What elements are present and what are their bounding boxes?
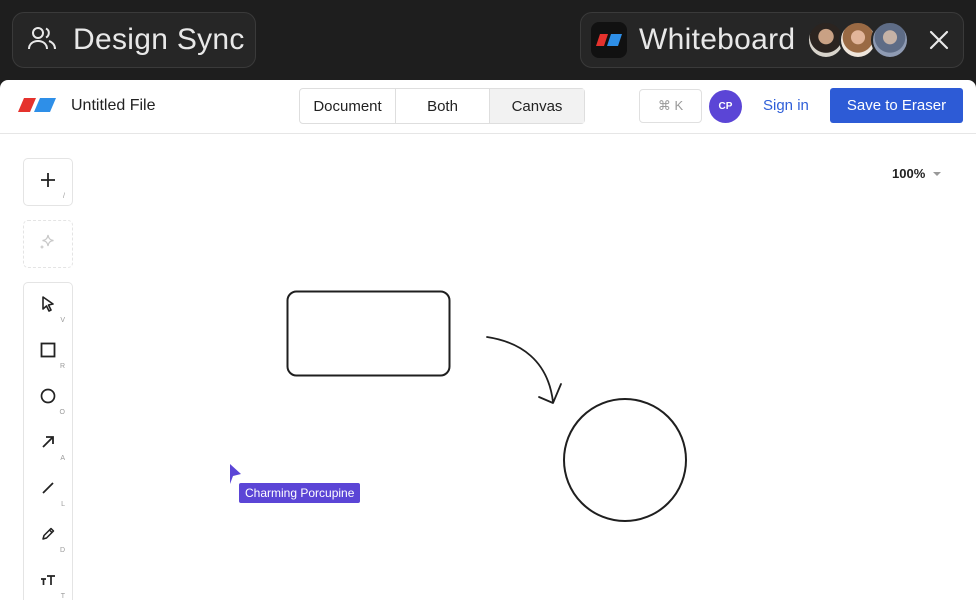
close-icon[interactable] [925,26,953,54]
canvas-arrow [486,336,554,403]
command-palette-button[interactable]: ⌘ K [639,89,702,123]
avatar[interactable]: CP [709,90,742,123]
tab-canvas[interactable]: Canvas [490,89,584,123]
participant-avatars [807,21,910,59]
participants-icon [27,25,57,56]
collaborator-cursor-icon [230,464,241,484]
tab-document[interactable]: Document [300,89,396,123]
meeting-title-pill[interactable]: Design Sync [12,12,256,68]
app-name: Whiteboard [639,23,796,56]
eraser-app: Untitled File Document Both Canvas ⌘ K C… [0,80,976,600]
view-mode-switch: Document Both Canvas [299,88,585,124]
avatar [871,21,910,59]
whiteboard-canvas[interactable] [0,134,976,600]
canvas-circle [563,398,687,522]
whiteboard-pill: Whiteboard [580,12,964,68]
tab-both[interactable]: Both [396,89,490,123]
sign-in-link[interactable]: Sign in [763,97,809,114]
save-to-eraser-button[interactable]: Save to Eraser [830,88,963,123]
meeting-title: Design Sync [73,23,245,56]
collaborator-cursor-label: Charming Porcupine [239,483,361,503]
eraser-logo-icon[interactable] [18,98,56,117]
eraser-logo-icon [591,22,627,58]
app-header: Untitled File Document Both Canvas ⌘ K C… [0,80,976,134]
file-name[interactable]: Untitled File [71,97,155,115]
canvas-rectangle [286,290,451,377]
